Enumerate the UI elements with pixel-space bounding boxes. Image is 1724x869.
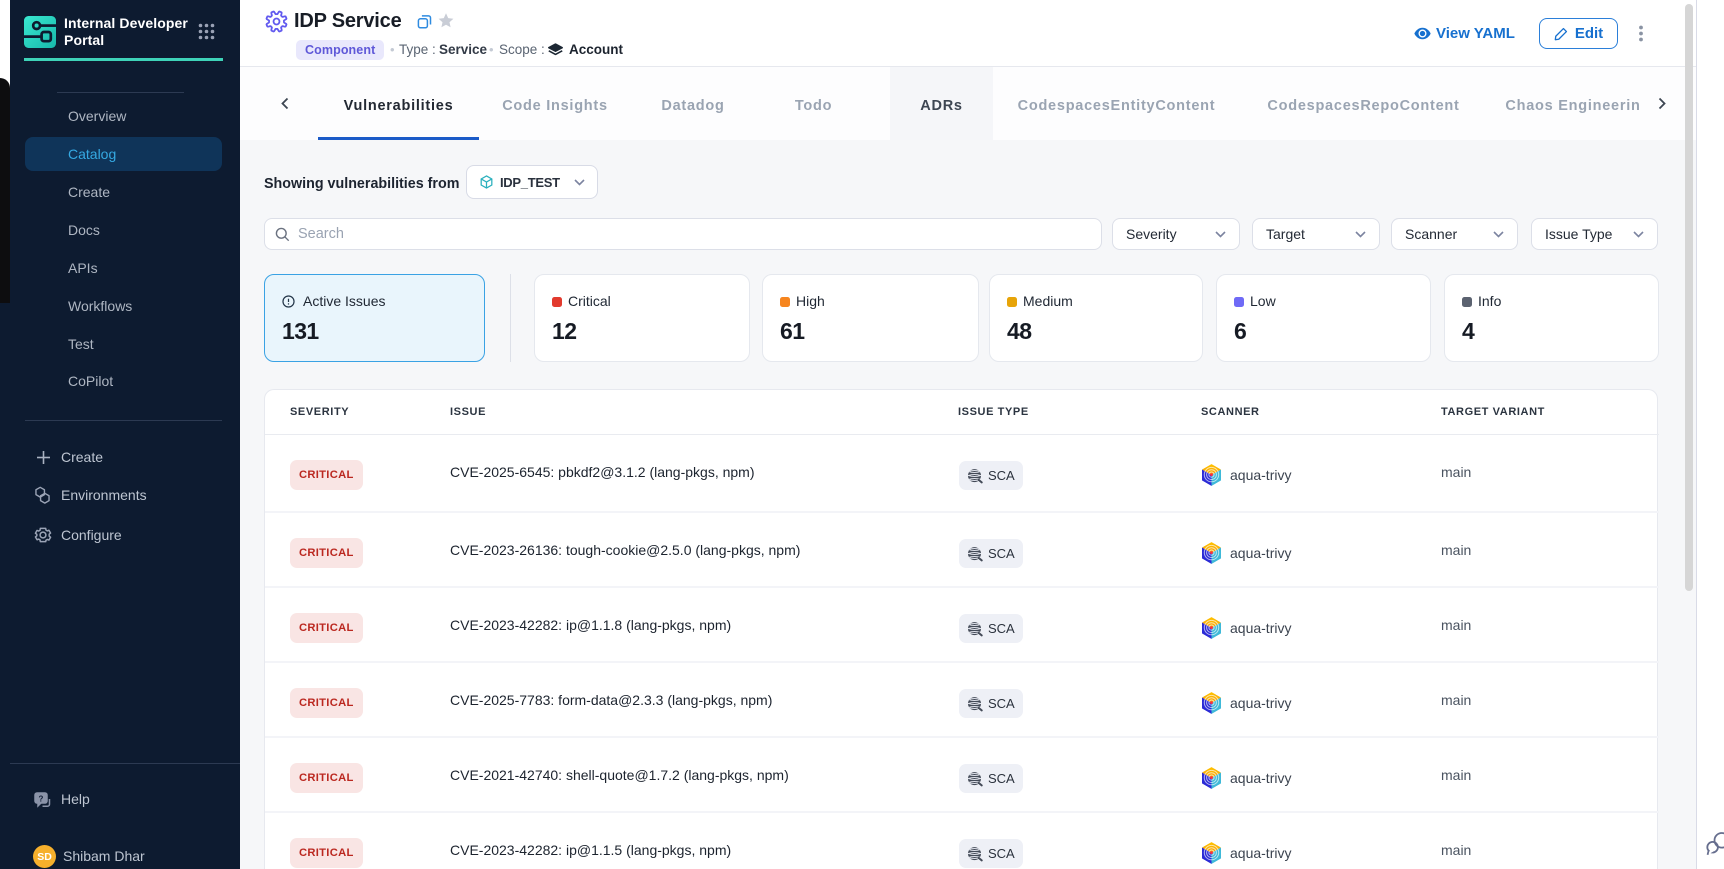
svg-text:?: ? xyxy=(39,795,44,804)
